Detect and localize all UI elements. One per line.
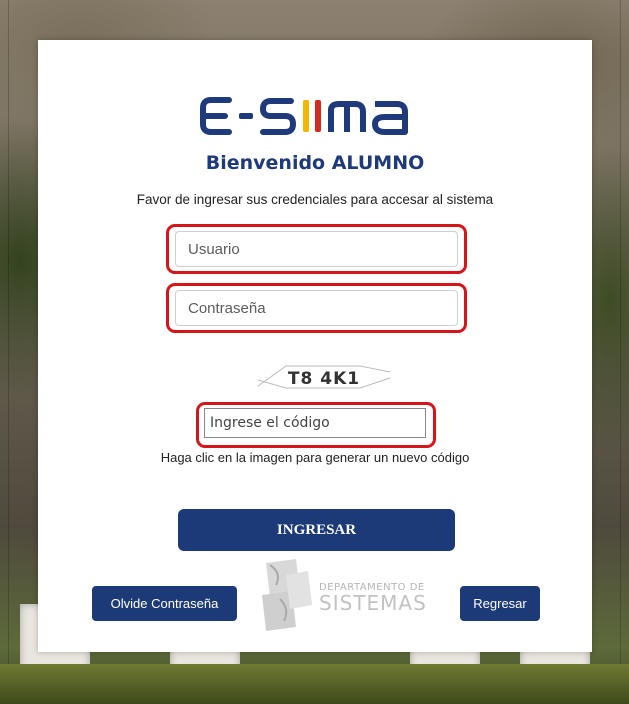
department-logo: DEPARTAMENTO DE SISTEMAS [256,555,446,635]
esiima-logo-graphic [200,97,408,135]
esiima-logo [38,92,592,140]
back-button[interactable]: Regresar [460,586,540,621]
captcha-code-input[interactable] [204,408,426,438]
password-input[interactable] [175,290,458,326]
username-input[interactable] [175,231,458,267]
welcome-title: Bienvenido ALUMNO [205,152,425,174]
department-line2: SISTEMAS [319,591,427,615]
captcha-image[interactable]: T8 4K1 [256,358,392,394]
login-button[interactable]: INGRESAR [178,509,455,551]
captcha-text: T8 4K1 [288,369,360,389]
grass [0,664,629,704]
forgot-password-button[interactable]: Olvide Contraseña [92,586,237,621]
captcha-hint: Haga clic en la imagen para generar un n… [160,450,470,465]
login-instructions: Favor de ingresar sus credenciales para … [136,192,494,207]
captcha-graphic: T8 4K1 [257,365,391,389]
department-emblem-icon [262,559,312,631]
login-card: Bienvenido ALUMNO Favor de ingresar sus … [38,40,592,652]
